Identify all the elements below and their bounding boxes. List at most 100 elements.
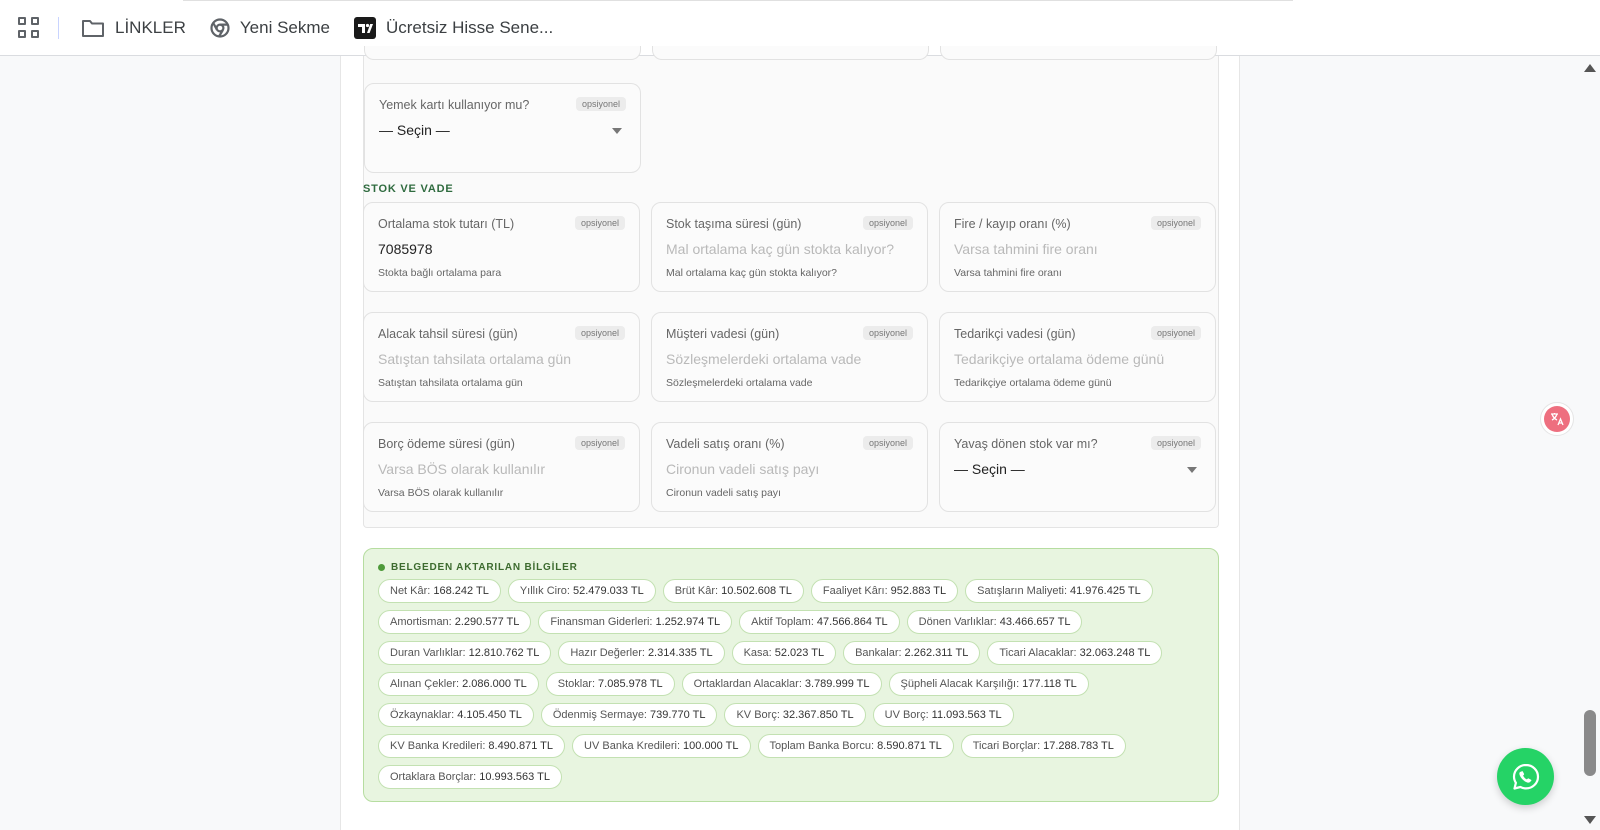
info-chip: Ticari Alacaklar: 32.063.248 TL <box>987 641 1163 665</box>
field-label: Alacak tahsil süresi (gün) <box>378 327 518 341</box>
info-chip-key: Ortaklara Borçlar: <box>390 771 477 783</box>
info-chip-key: Bankalar: <box>855 647 902 659</box>
field-placeholder[interactable]: Satıştan tahsilata ortalama gün <box>378 351 571 367</box>
info-chip-key: Finansman Giderleri: <box>550 616 653 628</box>
info-chip-value: 100.000 TL <box>683 740 739 752</box>
info-chip-value: 8.490.871 TL <box>488 740 554 752</box>
info-chip-key: Toplam Banka Borcu: <box>769 740 875 752</box>
field-label: Vadeli satış oranı (%) <box>666 437 785 451</box>
field-hint: Stokta bağlı ortalama para <box>378 267 502 279</box>
bookmark-label: Ücretsiz Hisse Sene... <box>385 17 554 37</box>
info-chip: Faaliyet Kârı: 952.883 TL <box>810 579 959 603</box>
info-chip-value: 10.993.563 TL <box>479 771 550 783</box>
field-label: Stok taşıma süresi (gün) <box>666 217 802 231</box>
field-hint: Varsa BÖS olarak kullanılır <box>378 487 504 499</box>
whatsapp-button[interactable] <box>1497 748 1554 805</box>
stok-tasima-field[interactable]: Stok taşıma süresi (gün) opsiyonel Mal o… <box>651 202 928 292</box>
info-chip-value: 177.118 TL <box>1022 678 1077 690</box>
info-chip: Net Kâr: 168.242 TL <box>378 579 501 603</box>
field-above-stub <box>652 46 929 60</box>
info-chip-key: Şüpheli Alacak Karşılığı: <box>900 678 1020 690</box>
info-chip-value: 41.976.425 TL <box>1070 585 1141 597</box>
borc-odeme-field[interactable]: Borç ödeme süresi (gün) opsiyonel Varsa … <box>363 422 640 512</box>
info-chip: Satışların Maliyeti: 41.976.425 TL <box>965 579 1153 603</box>
vadeli-satis-field[interactable]: Vadeli satış oranı (%) opsiyonel Cironun… <box>651 422 928 512</box>
field-hint: Sözleşmelerdeki ortalama vade <box>666 377 813 389</box>
fire-kayip-field[interactable]: Fire / kayıp oranı (%) opsiyonel Varsa t… <box>939 202 1216 292</box>
field-placeholder[interactable]: Varsa tahmini fire oranı <box>954 241 1098 257</box>
bookmark-yeni-sekme[interactable]: Yeni Sekme <box>210 18 330 38</box>
optional-badge: opsiyonel <box>574 436 625 450</box>
yavas-donen-stok-select[interactable]: Yavaş dönen stok var mı? opsiyonel — Seç… <box>939 422 1216 512</box>
info-chip-value: 2.314.335 TL <box>647 647 713 659</box>
section-title: STOK VE VADE <box>363 183 454 195</box>
page-scrollbar[interactable] <box>1568 56 1600 830</box>
scroll-down-arrow-icon[interactable] <box>1584 816 1596 824</box>
yemek-karti-select[interactable]: Yemek kartı kullanıyor mu? opsiyonel — S… <box>364 83 641 173</box>
select-value: — Seçin — <box>954 461 1025 477</box>
info-chip: Brüt Kâr: 10.502.608 TL <box>662 579 804 603</box>
optional-badge: opsiyonel <box>1150 436 1201 450</box>
field-placeholder[interactable]: Mal ortalama kaç gün stokta kalıyor? <box>666 241 894 257</box>
bookmark-linkler[interactable]: LİNKLER <box>81 18 186 38</box>
tedarikci-vadesi-field[interactable]: Tedarikçi vadesi (gün) opsiyonel Tedarik… <box>939 312 1216 402</box>
field-label: Yemek kartı kullanıyor mu? <box>379 98 530 112</box>
info-chip-key: UV Borç: <box>884 709 929 721</box>
field-value[interactable]: 7085978 <box>378 241 433 257</box>
apps-grid-icon[interactable] <box>18 16 40 39</box>
bookmark-tradingview[interactable]: Ücretsiz Hisse Sene... <box>353 16 554 39</box>
field-hint: Mal ortalama kaç gün stokta kalıyor? <box>666 267 837 279</box>
info-chip-value: 43.466.657 TL <box>999 616 1071 628</box>
field-hint: Tedarikçiye ortalama ödeme günü <box>954 377 1112 389</box>
bookmark-label: Yeni Sekme <box>239 17 330 37</box>
whatsapp-icon <box>1512 763 1539 790</box>
field-hint: Cironun vadeli satış payı <box>666 487 781 499</box>
info-chip-key: Faaliyet Kârı: <box>822 585 888 597</box>
info-chip-value: 2.290.577 TL <box>454 616 520 628</box>
field-above-stub <box>364 46 641 60</box>
info-chip-key: Ticari Borçlar: <box>972 740 1041 752</box>
ortalama-stok-field[interactable]: Ortalama stok tutarı (TL) opsiyonel 7085… <box>363 202 640 292</box>
info-chip-key: Kasa: <box>743 647 772 659</box>
info-chip: Yıllık Ciro: 52.479.033 TL <box>507 579 656 603</box>
bookmarks-separator <box>58 16 59 39</box>
info-chip-value: 8.590.871 TL <box>877 740 942 752</box>
info-chip-key: Brüt Kâr: <box>674 585 719 597</box>
field-placeholder[interactable]: Varsa BÖS olarak kullanılır <box>378 461 545 477</box>
field-hint: Satıştan tahsilata ortalama gün <box>378 377 523 389</box>
scroll-up-arrow-icon[interactable] <box>1584 64 1596 72</box>
info-chip-key: Ödenmiş Sermaye: <box>552 709 647 721</box>
select-value: — Seçin — <box>379 122 450 138</box>
translate-icon <box>1544 406 1570 432</box>
info-chip-key: Yıllık Ciro: <box>519 585 570 597</box>
info-chip: Özkaynaklar: 4.105.450 TL <box>378 703 534 727</box>
info-chip: KV Borç: 32.367.850 TL <box>724 703 866 727</box>
status-dot-icon <box>378 563 385 571</box>
field-label: Ortalama stok tutarı (TL) <box>378 217 515 231</box>
field-placeholder[interactable]: Cironun vadeli satış payı <box>666 461 819 477</box>
info-chip: KV Banka Kredileri: 8.490.871 TL <box>378 734 566 758</box>
info-chip-key: Dönen Varlıklar: <box>918 616 997 628</box>
info-chip: UV Banka Kredileri: 100.000 TL <box>572 734 751 758</box>
info-chip: Ödenmiş Sermaye: 739.770 TL <box>540 703 718 727</box>
field-label: Fire / kayıp oranı (%) <box>954 217 1071 231</box>
main-panel: Yemek kartı kullanıyor mu? opsiyonel — S… <box>340 46 1240 830</box>
field-label: Müşteri vadesi (gün) <box>666 327 780 341</box>
info-chip-value: 1.252.974 TL <box>655 616 721 628</box>
info-chip-key: Stoklar: <box>557 678 596 690</box>
info-chip: Dönen Varlıklar: 43.466.657 TL <box>906 610 1083 634</box>
tradingview-icon <box>353 16 376 39</box>
info-chip-value: 11.093.563 TL <box>931 709 1002 721</box>
info-chip: Amortisman: 2.290.577 TL <box>378 610 532 634</box>
scrollbar-thumb[interactable] <box>1584 710 1596 776</box>
alacak-tahsil-field[interactable]: Alacak tahsil süresi (gün) opsiyonel Sat… <box>363 312 640 402</box>
musteri-vadesi-field[interactable]: Müşteri vadesi (gün) opsiyonel Sözleşmel… <box>651 312 928 402</box>
info-chip-key: Net Kâr: <box>390 585 431 597</box>
info-chip-value: 739.770 TL <box>650 709 706 721</box>
field-placeholder[interactable]: Tedarikçiye ortalama ödeme günü <box>954 351 1164 367</box>
info-chip-key: Ticari Alacaklar: <box>999 647 1077 659</box>
field-placeholder[interactable]: Sözleşmelerdeki ortalama vade <box>666 351 861 367</box>
extracted-info-title-text: BELGEDEN AKTARILAN BİLGİLER <box>391 561 578 573</box>
optional-badge: opsiyonel <box>1150 326 1201 340</box>
info-chip-value: 2.086.000 TL <box>462 678 527 690</box>
